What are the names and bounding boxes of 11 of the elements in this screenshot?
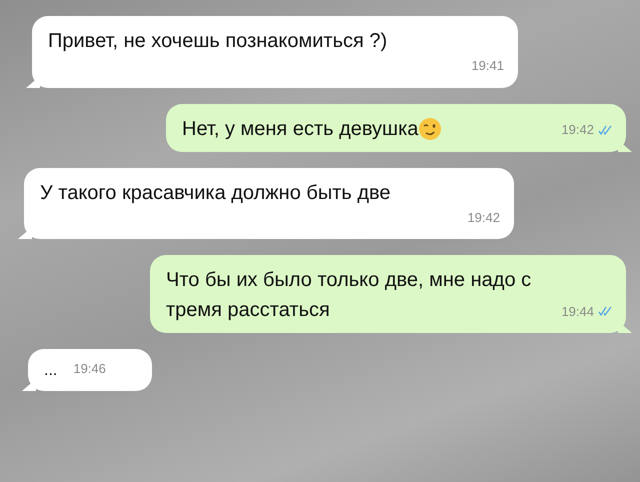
message-text: Что бы их было только две, мне надо с тремя расстаться bbox=[166, 268, 532, 323]
winking-emoji-icon bbox=[418, 116, 442, 140]
message-text: Нет, у меня есть девушка bbox=[182, 114, 442, 144]
message-text: ... bbox=[44, 361, 58, 381]
message-text: Привет, не хочешь познакомиться ?) bbox=[48, 29, 388, 54]
message-time: 19:42 bbox=[561, 121, 594, 139]
message-time: 19:41 bbox=[471, 57, 504, 75]
message-time: 19:46 bbox=[73, 360, 106, 378]
message-time: 19:44 bbox=[561, 302, 594, 320]
message-text: У такого красавчика должно быть две bbox=[40, 180, 391, 206]
message-time: 19:42 bbox=[467, 208, 500, 226]
